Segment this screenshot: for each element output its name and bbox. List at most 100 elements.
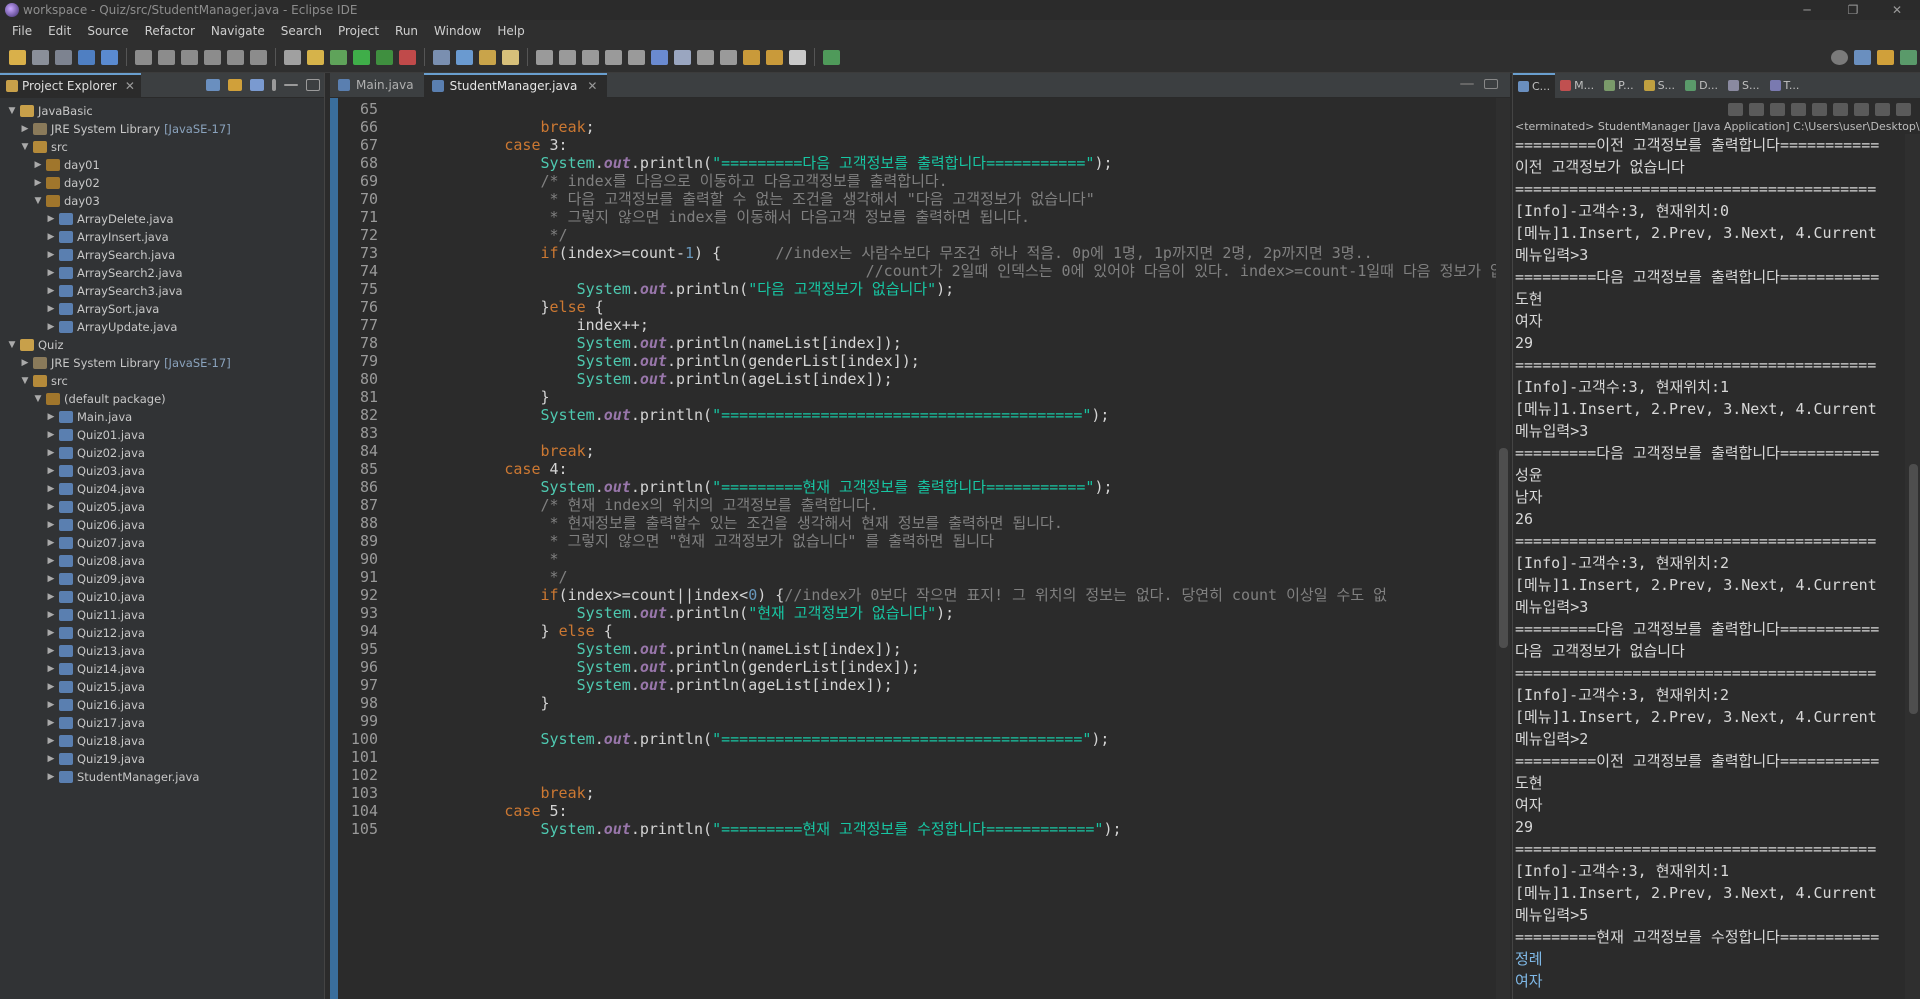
filter-icon[interactable] — [250, 79, 264, 91]
search-icon[interactable] — [1831, 49, 1848, 65]
run-icon[interactable] — [353, 49, 370, 65]
tree-item[interactable]: ▶ Quiz01.java — [0, 426, 324, 444]
tree-item[interactable]: ▶ Quiz17.java — [0, 714, 324, 732]
next-annotation-icon[interactable] — [697, 49, 714, 65]
console-tab[interactable]: S... — [1723, 73, 1764, 98]
terminal-icon[interactable] — [78, 49, 95, 65]
tree-item[interactable]: ▶ StudentManager.java — [0, 768, 324, 786]
chevron-down-icon[interactable]: ▼ — [6, 340, 18, 350]
menu-run[interactable]: Run — [387, 20, 426, 42]
tree-item[interactable]: ▶ ArrayDelete.java — [0, 210, 324, 228]
chevron-right-icon[interactable]: ▶ — [45, 664, 57, 674]
tree-item[interactable]: ▶ Quiz10.java — [0, 588, 324, 606]
restore-button[interactable]: ❐ — [1830, 0, 1876, 20]
chevron-right-icon[interactable]: ▶ — [45, 250, 57, 260]
chevron-right-icon[interactable]: ▶ — [45, 232, 57, 242]
console-tab[interactable]: M... — [1555, 73, 1599, 98]
tree-item[interactable]: ▼ day03 — [0, 192, 324, 210]
maximize-editor-icon[interactable] — [1484, 79, 1498, 89]
tree-item[interactable]: ▼ src — [0, 138, 324, 156]
pin-editor-icon[interactable] — [674, 49, 691, 65]
prev-annotation-icon[interactable] — [720, 49, 737, 65]
tab-project-explorer[interactable]: Project Explorer ✕ — [0, 72, 141, 98]
clear-console-icon[interactable] — [1791, 102, 1806, 116]
last-edit-icon[interactable] — [743, 49, 760, 65]
tree-item[interactable]: ▶ ArrayUpdate.java — [0, 318, 324, 336]
console-tab[interactable]: D... — [1680, 73, 1723, 98]
maximize-view-icon[interactable] — [306, 79, 320, 91]
chevron-right-icon[interactable]: ▶ — [45, 754, 57, 764]
menu-file[interactable]: File — [4, 20, 40, 42]
save-all-icon[interactable] — [55, 49, 72, 65]
toggle-breakpoint-icon[interactable] — [284, 49, 301, 65]
chevron-right-icon[interactable]: ▶ — [45, 502, 57, 512]
tree-item[interactable]: ▶ ArraySearch2.java — [0, 264, 324, 282]
chevron-right-icon[interactable]: ▶ — [32, 160, 44, 170]
display-console-icon[interactable] — [1875, 102, 1890, 116]
chevron-right-icon[interactable]: ▶ — [45, 466, 57, 476]
search-toolbar-icon[interactable] — [502, 49, 519, 65]
coverage-icon[interactable] — [376, 49, 393, 65]
terminate-icon[interactable] — [181, 49, 198, 65]
tree-item[interactable]: ▶ Main.java — [0, 408, 324, 426]
menu-source[interactable]: Source — [79, 20, 136, 42]
console-tab[interactable]: C... — [1513, 73, 1556, 98]
open-console-icon[interactable] — [1896, 102, 1911, 116]
remove-launch-icon[interactable] — [1749, 102, 1764, 116]
tree-item[interactable]: ▶ Quiz07.java — [0, 534, 324, 552]
chevron-down-icon[interactable]: ▼ — [32, 196, 44, 206]
chevron-right-icon[interactable]: ▶ — [45, 430, 57, 440]
tab-main-java[interactable]: Main.java — [330, 73, 424, 98]
tree-item[interactable]: ▶ Quiz02.java — [0, 444, 324, 462]
suspend-icon[interactable] — [158, 49, 175, 65]
tree-item[interactable]: ▶ JRE System Library [JavaSE-17] — [0, 120, 324, 138]
chevron-right-icon[interactable]: ▶ — [32, 178, 44, 188]
chevron-right-icon[interactable]: ▶ — [45, 574, 57, 584]
pin-console-icon[interactable] — [1854, 102, 1869, 116]
open-perspective-icon[interactable] — [823, 49, 840, 65]
terminate-console-icon[interactable] — [1728, 102, 1743, 116]
remove-all-icon[interactable] — [1770, 102, 1785, 116]
tree-item[interactable]: ▶ JRE System Library [JavaSE-17] — [0, 354, 324, 372]
chevron-right-icon[interactable]: ▶ — [45, 592, 57, 602]
chevron-right-icon[interactable]: ▶ — [19, 124, 31, 134]
step-return-icon[interactable] — [250, 49, 267, 65]
perspective-icon[interactable] — [1854, 49, 1871, 65]
close-icon[interactable]: ✕ — [587, 79, 597, 93]
console-scrollbar[interactable] — [1905, 134, 1920, 999]
minimize-view-icon[interactable] — [284, 84, 298, 86]
chevron-right-icon[interactable]: ▶ — [45, 214, 57, 224]
chevron-down-icon[interactable]: ▼ — [6, 106, 18, 116]
chevron-right-icon[interactable]: ▶ — [19, 358, 31, 368]
chevron-right-icon[interactable]: ▶ — [45, 286, 57, 296]
tree-item[interactable]: ▶ Quiz13.java — [0, 642, 324, 660]
chevron-right-icon[interactable]: ▶ — [45, 628, 57, 638]
menu-edit[interactable]: Edit — [40, 20, 79, 42]
save-icon[interactable] — [32, 49, 49, 65]
chevron-right-icon[interactable]: ▶ — [45, 412, 57, 422]
tree-item[interactable]: ▼ JavaBasic — [0, 102, 324, 120]
tree-item[interactable]: ▼ Quiz — [0, 336, 324, 354]
tree-item[interactable]: ▼ (default package) — [0, 390, 324, 408]
show-whitespace-icon[interactable] — [628, 49, 645, 65]
tree-item[interactable]: ▶ Quiz14.java — [0, 660, 324, 678]
forward-icon[interactable] — [789, 49, 806, 65]
chevron-down-icon[interactable]: ▼ — [19, 142, 31, 152]
chevron-right-icon[interactable]: ▶ — [45, 520, 57, 530]
close-icon[interactable]: ✕ — [125, 79, 135, 93]
mark-occurrences-icon[interactable] — [559, 49, 576, 65]
new-java-project-icon[interactable] — [433, 49, 450, 65]
chevron-right-icon[interactable]: ▶ — [45, 646, 57, 656]
minimize-button[interactable]: ─ — [1784, 0, 1830, 20]
menu-window[interactable]: Window — [426, 20, 489, 42]
console-scroll-thumb[interactable] — [1909, 464, 1918, 714]
chevron-right-icon[interactable]: ▶ — [45, 538, 57, 548]
chevron-right-icon[interactable]: ▶ — [45, 772, 57, 782]
menu-navigate[interactable]: Navigate — [203, 20, 273, 42]
step-over-icon[interactable] — [227, 49, 244, 65]
tree-item[interactable]: ▶ Quiz05.java — [0, 498, 324, 516]
word-wrap-console-icon[interactable] — [1833, 102, 1848, 116]
tree-item[interactable]: ▶ Quiz04.java — [0, 480, 324, 498]
block-selection-icon[interactable] — [582, 49, 599, 65]
debug-icon[interactable] — [330, 49, 347, 65]
